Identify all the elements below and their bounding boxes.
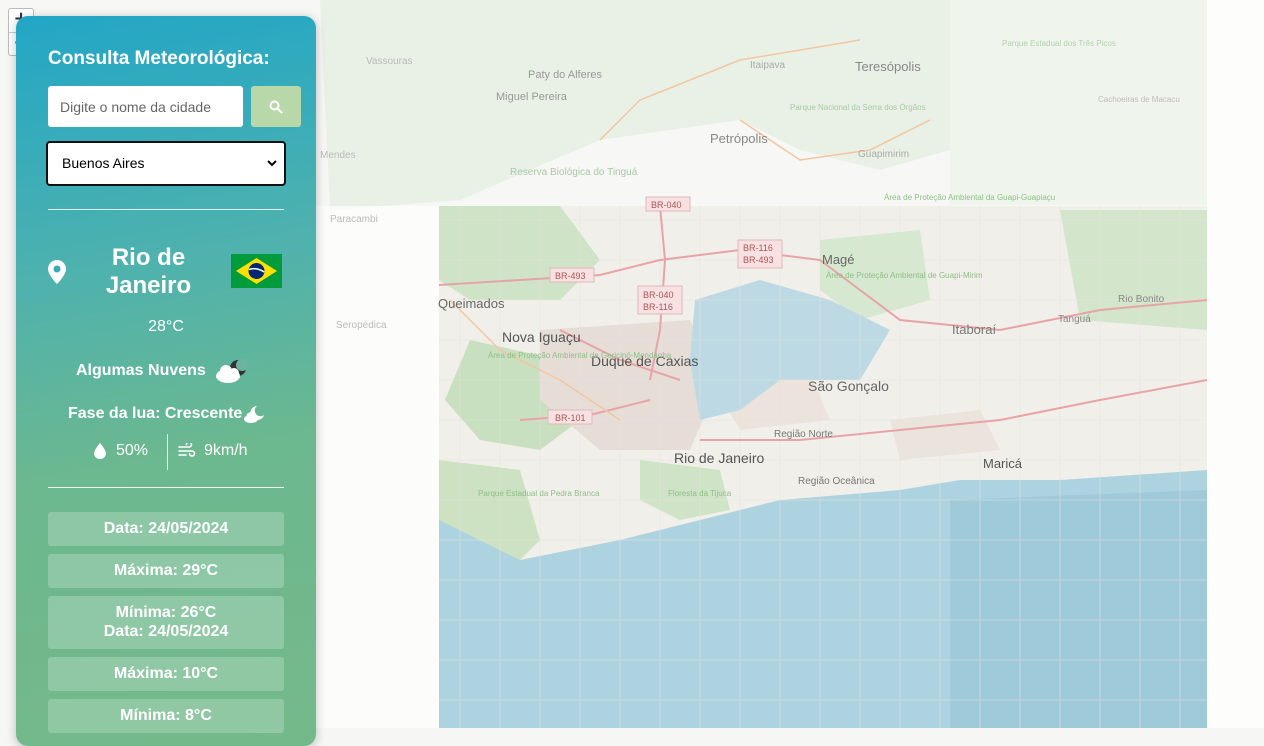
map-label: Parque Estadual dos Três Picos — [1002, 39, 1116, 48]
map-label: Magé — [822, 252, 855, 267]
road-shield: BR-493 — [743, 255, 774, 265]
humidity: 50% — [94, 442, 148, 460]
cloud-moon-icon — [216, 359, 248, 383]
map-label: Parque Nacional da Serra dos Órgãos — [790, 103, 926, 112]
city-search-input[interactable] — [48, 86, 243, 127]
road-shield: BR-116 — [643, 302, 673, 312]
city-name: Rio de Janeiro — [86, 244, 211, 300]
map-label: Petrópolis — [710, 131, 768, 146]
divider — [48, 487, 284, 488]
weather-description: Algumas Nuvens — [76, 362, 206, 379]
forecast-min-card: Mínima: 26°C Data: 24/05/2024 — [48, 596, 284, 649]
wind-value: 9km/h — [204, 442, 248, 459]
map-label: Vassouras — [366, 56, 413, 67]
city-name-line2: Janeiro — [105, 272, 192, 299]
map-label: Parque Estadual da Pedra Branca — [478, 489, 600, 498]
search-button[interactable] — [251, 86, 301, 127]
forecast-date: Data: 24/05/2024 — [48, 512, 284, 546]
road-shield: BR-101 — [555, 413, 586, 423]
chevron-down-icon — [267, 160, 277, 167]
map-label: Cachoeiras de Macacu — [1098, 95, 1180, 104]
city-select[interactable]: Buenos Aires — [46, 141, 286, 186]
city-select-value: Buenos Aires — [62, 155, 145, 171]
temperature: 28°C — [148, 318, 184, 335]
map-label: Seropédica — [336, 320, 387, 331]
moon-phase: Fase da lua: Crescente — [68, 405, 243, 422]
map-label: Miguel Pereira — [496, 91, 568, 103]
road-shield: BR-493 — [555, 271, 586, 281]
map-label: Reserva Biológica do Tinguá — [510, 167, 638, 178]
road-shield: BR-040 — [651, 200, 682, 210]
forecast-max: Máxima: 10°C — [48, 657, 284, 691]
map-label: Guapimirim — [858, 149, 909, 160]
divider — [48, 209, 284, 210]
forecast-max: Máxima: 29°C — [48, 554, 284, 588]
map-label: Nova Iguaçu — [502, 329, 581, 345]
moon-cloud-icon — [244, 406, 264, 423]
wind-icon — [178, 443, 196, 457]
map-label: São Gonçalo — [808, 378, 889, 394]
brazil-flag-icon — [231, 254, 282, 288]
wind: 9km/h — [178, 442, 248, 460]
droplet-icon — [94, 443, 106, 459]
map-label: Área de Proteção Ambiental de Guapi-Miri… — [826, 271, 983, 280]
divider-vertical — [167, 434, 168, 470]
map-label: Rio de Janeiro — [674, 450, 764, 466]
city-name-line1: Rio de — [111, 244, 186, 271]
map-label: Teresópolis — [855, 59, 921, 74]
map-label: Mendes — [320, 150, 356, 161]
map-label: Queimados — [438, 296, 505, 311]
forecast-date: Data: 24/05/2024 — [103, 623, 229, 640]
weather-panel: Consulta Meteorológica: Buenos Aires Rio… — [16, 16, 316, 746]
map-label: Área de Proteção Ambiental de Gericinó-M… — [488, 351, 672, 360]
humidity-value: 50% — [116, 442, 149, 459]
map-label: Região Norte — [774, 429, 833, 440]
map-label: Região Oceânica — [798, 476, 875, 487]
road-shield: BR-116 — [743, 243, 773, 253]
map-label: Paracambi — [330, 214, 378, 225]
map-label: Tanguá — [1058, 314, 1091, 325]
search-icon — [269, 100, 283, 114]
map-label: Itaipava — [750, 60, 785, 71]
map-label: Área de Proteção Ambiental da Guapi-Guap… — [884, 193, 1055, 202]
map-label: Paty do Alferes — [528, 69, 602, 81]
map-label: Rio Bonito — [1118, 294, 1165, 305]
map-label: Itaboraí — [952, 322, 996, 337]
panel-title: Consulta Meteorológica: — [48, 48, 270, 69]
map-label: Maricá — [983, 456, 1023, 471]
forecast-min: Mínima: 26°C — [115, 604, 217, 621]
map-label: Floresta da Tijuca — [668, 489, 732, 498]
location-pin-icon — [48, 260, 66, 284]
road-shield: BR-040 — [643, 290, 674, 300]
